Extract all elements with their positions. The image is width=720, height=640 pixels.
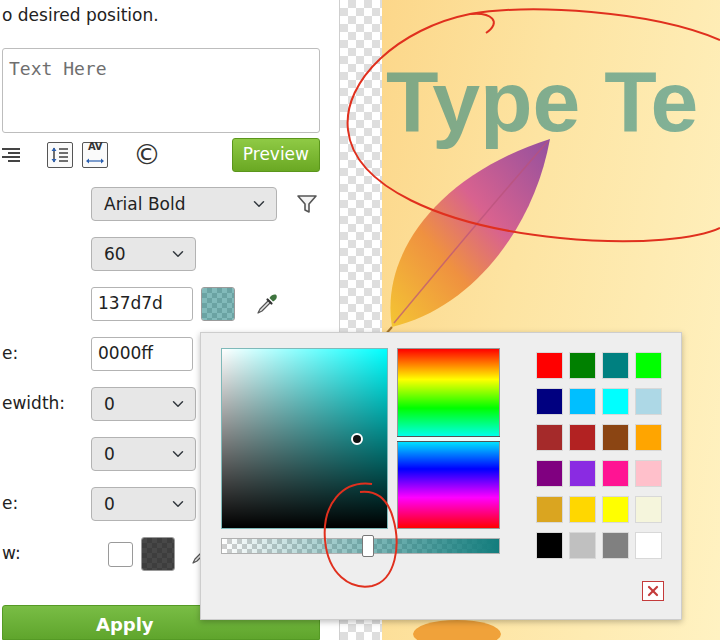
color-picker-popup	[200, 332, 682, 620]
color-swatch[interactable]	[536, 388, 563, 415]
color-input[interactable]	[91, 287, 193, 321]
picker-areas	[221, 348, 500, 529]
color-swatch[interactable]	[569, 460, 596, 487]
opacity-gradient	[222, 539, 499, 553]
color-swatch[interactable]	[536, 352, 563, 379]
option-select[interactable]: 0	[91, 387, 196, 421]
color-swatch[interactable]	[569, 352, 596, 379]
close-icon[interactable]	[642, 581, 664, 601]
setting-row: Arial Bold	[2, 187, 319, 221]
setting-label: e:	[2, 341, 91, 367]
spacing-arrow-icon	[86, 152, 104, 169]
color-swatch[interactable]	[536, 424, 563, 451]
color-swatch[interactable]	[602, 424, 629, 451]
color-swatch[interactable]	[602, 460, 629, 487]
color-swatch[interactable]	[635, 496, 662, 523]
color-swatch[interactable]	[569, 532, 596, 559]
instruction-text: o desired position.	[2, 2, 319, 28]
opacity-slider[interactable]	[221, 538, 500, 554]
setting-label: e:	[2, 491, 91, 517]
swatch-fill	[202, 288, 234, 320]
letter-spacing-icon[interactable]: AV	[82, 142, 108, 168]
option-select[interactable]: 60	[91, 237, 196, 271]
color-swatch[interactable]	[536, 496, 563, 523]
stroke-color-input[interactable]	[91, 337, 193, 371]
color-swatch[interactable]	[602, 532, 629, 559]
color-swatch[interactable]	[602, 388, 629, 415]
color-swatch[interactable]	[569, 496, 596, 523]
filter-icon[interactable]	[296, 193, 318, 215]
swatch-grid	[536, 352, 662, 559]
eyedropper-icon[interactable]	[255, 292, 279, 316]
text-editor: o desired position. AV © Preview Arial Bold 6…	[0, 0, 720, 640]
preview-text[interactable]: Type Te	[386, 58, 720, 144]
setting-row	[2, 287, 319, 321]
color-marker[interactable]	[351, 433, 363, 445]
preview-button[interactable]: Preview	[232, 138, 320, 172]
font-select[interactable]: Arial Bold	[91, 187, 277, 221]
line-spacing-icon[interactable]	[47, 142, 73, 168]
text-input[interactable]	[2, 48, 320, 133]
opacity-handle[interactable]	[362, 535, 374, 557]
color-swatch[interactable]	[201, 287, 235, 321]
select-value: 60	[104, 242, 126, 266]
picker-controls	[221, 348, 500, 604]
color-swatch[interactable]	[569, 424, 596, 451]
color-swatch[interactable]	[635, 424, 662, 451]
color-swatch[interactable]	[536, 532, 563, 559]
color-swatch[interactable]	[635, 352, 662, 379]
letter-spacing-label: AV	[88, 142, 102, 152]
color-swatch[interactable]	[569, 388, 596, 415]
color-swatch[interactable]	[635, 532, 662, 559]
select-value: 0	[104, 492, 115, 516]
color-swatch[interactable]	[602, 352, 629, 379]
select-value: 0	[104, 392, 115, 416]
hue-slider[interactable]	[397, 348, 500, 529]
swatch-fill	[142, 538, 174, 570]
copyright-icon[interactable]: ©	[133, 141, 161, 169]
text-toolbar: AV © Preview	[2, 139, 320, 171]
color-swatch[interactable]	[602, 496, 629, 523]
color-swatch[interactable]	[536, 460, 563, 487]
option-select[interactable]: 0	[91, 487, 196, 521]
picker-presets	[536, 348, 662, 604]
hue-marker[interactable]	[397, 436, 500, 442]
shadow-color-swatch[interactable]	[141, 537, 175, 571]
shadow-checkbox[interactable]	[108, 542, 133, 567]
option-select[interactable]: 0	[91, 437, 196, 471]
setting-row: 60	[2, 237, 319, 271]
saturation-area[interactable]	[221, 348, 388, 529]
align-right-icon[interactable]	[2, 145, 22, 165]
setting-label: ewidth:	[2, 391, 91, 417]
select-value: Arial Bold	[104, 192, 185, 216]
leaf-photo-icon	[382, 135, 557, 335]
color-swatch[interactable]	[635, 388, 662, 415]
select-value: 0	[104, 442, 115, 466]
color-swatch[interactable]	[635, 460, 662, 487]
setting-label: w:	[2, 541, 91, 567]
